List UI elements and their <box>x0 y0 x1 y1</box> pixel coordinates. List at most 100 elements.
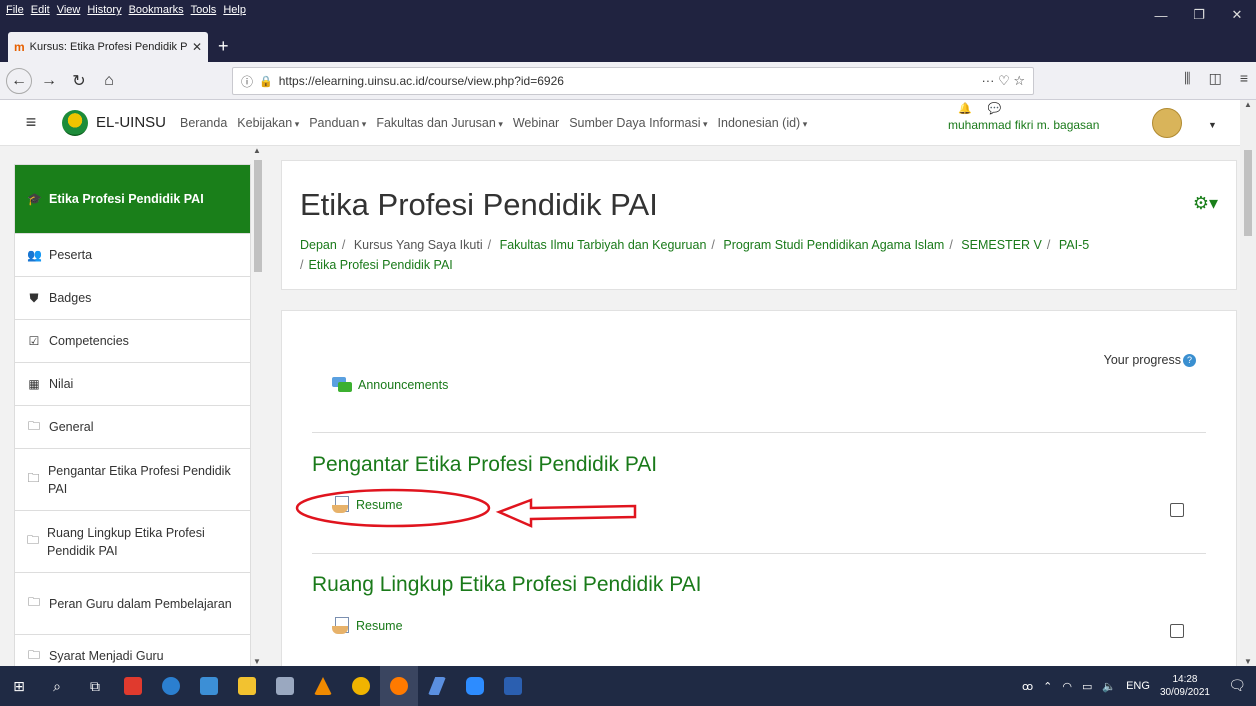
nav-language[interactable]: Indonesian (id) <box>718 116 808 130</box>
completion-checkbox[interactable] <box>1170 503 1184 517</box>
drawer-item-label: General <box>49 420 94 434</box>
nav-webinar[interactable]: Webinar <box>513 116 559 130</box>
drawer-item-competencies[interactable]: ☑ Competencies <box>15 320 250 363</box>
page-actions[interactable]: ··· ♡ ☆ <box>981 73 1025 89</box>
file-explorer-icon[interactable] <box>228 666 266 706</box>
breadcrumb-item[interactable]: SEMESTER V <box>961 238 1042 252</box>
nav-panduan[interactable]: Panduan <box>309 116 366 130</box>
new-tab-icon[interactable]: + <box>218 36 229 57</box>
announcements-link[interactable]: Announcements <box>332 377 448 393</box>
drawer-item-pengantar[interactable]: 🗀 Pengantar Etika Profesi Pendidik PAI <box>15 449 250 511</box>
url-text[interactable]: https://elearning.uinsu.ac.id/course/vie… <box>279 74 976 88</box>
drawer-item-general[interactable]: 🗀 General <box>15 406 250 449</box>
site-name[interactable]: EL-UINSU <box>96 114 166 131</box>
section-title[interactable]: Pengantar Etika Profesi Pendidik PAI <box>312 453 657 477</box>
back-icon[interactable]: ← <box>6 67 32 94</box>
show-hidden-icon[interactable]: ⌃ <box>1043 680 1052 693</box>
breadcrumb-item[interactable]: Depan <box>300 238 337 252</box>
scroll-down-icon[interactable]: ▼ <box>1244 657 1252 666</box>
drawer-item-badges[interactable]: ⛊ Badges <box>15 277 250 320</box>
word-icon[interactable] <box>494 666 532 706</box>
page-scrollbar[interactable]: ▲ ▼ <box>1240 100 1256 666</box>
drawer-item-peserta[interactable]: 👥 Peserta <box>15 234 250 277</box>
breadcrumb-item[interactable]: Program Studi Pendidikan Agama Islam <box>723 238 944 252</box>
drawer-item-peran-guru[interactable]: 🗀 Peran Guru dalam Pembelajaran <box>15 573 250 635</box>
help-icon[interactable]: ? <box>1183 354 1196 368</box>
scroll-up-icon[interactable]: ▲ <box>253 146 261 155</box>
autocad-icon[interactable] <box>342 666 380 706</box>
language-indicator[interactable]: ENG <box>1126 680 1150 692</box>
assignment-icon <box>332 617 350 635</box>
drawer-item-ruang-lingkup[interactable]: 🗀 Ruang Lingkup Etika Profesi Pendidik P… <box>15 511 250 573</box>
user-menu-caret-icon[interactable]: ▼ <box>1208 120 1217 130</box>
nav-kebijakan[interactable]: Kebijakan <box>237 116 299 130</box>
site-logo[interactable] <box>62 109 88 136</box>
avatar[interactable] <box>1152 108 1182 138</box>
sidebar-icon[interactable]: ◫ <box>1209 70 1222 87</box>
drawer-toggle-icon[interactable]: ≡ <box>14 108 48 138</box>
message-icon[interactable]: 💬 <box>988 102 1002 115</box>
gear-icon[interactable]: ⚙▾ <box>1193 193 1218 214</box>
firefox-icon[interactable] <box>380 666 418 706</box>
home-icon[interactable]: ⌂ <box>96 68 122 94</box>
browser-tab[interactable]: m Kursus: Etika Profesi Pendidik P ✕ <box>8 32 208 62</box>
user-name[interactable]: muhammad fikri m. bagasan <box>948 118 1099 132</box>
reload-icon[interactable]: ↻ <box>66 68 92 94</box>
completion-checkbox[interactable] <box>1170 624 1184 638</box>
menu-icon[interactable]: ≡ <box>1240 70 1248 87</box>
restore-icon[interactable]: ❐ <box>1180 0 1218 30</box>
app-icon[interactable] <box>266 666 304 706</box>
drawer-item-course[interactable]: 🎓 Etika Profesi Pendidik PAI <box>15 165 250 234</box>
menu-bookmarks[interactable]: Bookmarks <box>129 4 184 16</box>
scroll-down-icon[interactable]: ▼ <box>253 657 261 666</box>
edge-icon[interactable] <box>152 666 190 706</box>
breadcrumb-item[interactable]: Fakultas Ilmu Tarbiyah dan Keguruan <box>500 238 707 252</box>
notification-bell-icon[interactable]: 🔔 <box>958 102 972 115</box>
volume-icon[interactable]: 🔈 <box>1102 680 1116 693</box>
section-title[interactable]: Ruang Lingkup Etika Profesi Pendidik PAI <box>312 573 702 597</box>
people-icon[interactable]: ꝏ <box>1022 680 1033 693</box>
breadcrumb-item[interactable]: Etika Profesi Pendidik PAI <box>308 258 452 272</box>
resume-link[interactable]: Resume <box>332 496 403 514</box>
photos-icon[interactable] <box>190 666 228 706</box>
menu-history[interactable]: History <box>87 4 121 16</box>
url-bar[interactable]: ⓘ 🔒 https://elearning.uinsu.ac.id/course… <box>232 67 1034 95</box>
forward-icon[interactable]: → <box>36 68 62 94</box>
tab-close-icon[interactable]: ✕ <box>192 40 202 54</box>
battery-icon[interactable]: ▭ <box>1082 680 1092 693</box>
drawer-item-syarat[interactable]: 🗀 Syarat Menjadi Guru <box>15 635 250 666</box>
menu-tools[interactable]: Tools <box>191 4 217 16</box>
drawer-item-label: Nilai <box>49 377 74 391</box>
close-window-icon[interactable]: ✕ <box>1218 0 1256 30</box>
nav-beranda[interactable]: Beranda <box>180 116 227 130</box>
nav-sumber-daya[interactable]: Sumber Daya Informasi <box>569 116 707 130</box>
menu-edit[interactable]: Edit <box>31 4 50 16</box>
scroll-up-icon[interactable]: ▲ <box>1244 100 1252 109</box>
info-icon[interactable]: ⓘ <box>241 73 253 90</box>
wifi-icon[interactable]: ◠ <box>1062 680 1072 693</box>
drawer-item-nilai[interactable]: ▦ Nilai <box>15 363 250 406</box>
search-icon[interactable]: ⌕ <box>38 666 76 706</box>
header-icons: 🔔 💬 <box>958 102 1001 115</box>
paint-icon[interactable] <box>114 666 152 706</box>
nav-fakultas[interactable]: Fakultas dan Jurusan <box>376 116 503 130</box>
windows-start-icon[interactable]: ⊞ <box>0 666 38 706</box>
notification-center-icon[interactable]: 🗨 <box>1228 677 1246 694</box>
app-icon[interactable] <box>418 666 456 706</box>
menu-view[interactable]: View <box>57 4 81 16</box>
breadcrumb-item[interactable]: Kursus Yang Saya Ikuti <box>354 238 483 252</box>
drawer-scrollbar[interactable]: ▲ ▼ <box>251 146 263 666</box>
tab-title: Kursus: Etika Profesi Pendidik P <box>29 41 187 53</box>
vlc-icon[interactable] <box>304 666 342 706</box>
resume-link[interactable]: Resume <box>332 617 403 635</box>
scroll-thumb[interactable] <box>254 160 262 272</box>
zoom-icon[interactable] <box>456 666 494 706</box>
task-view-icon[interactable]: ⧉ <box>76 666 114 706</box>
menu-file[interactable]: File <box>6 4 24 16</box>
minimize-icon[interactable]: — <box>1142 0 1180 30</box>
scroll-thumb[interactable] <box>1244 150 1252 236</box>
breadcrumb-item[interactable]: PAI-5 <box>1059 238 1089 252</box>
menu-help[interactable]: Help <box>223 4 246 16</box>
library-icon[interactable]: ⫼ <box>1184 70 1190 87</box>
clock[interactable]: 14:28 30/09/2021 <box>1160 673 1210 699</box>
